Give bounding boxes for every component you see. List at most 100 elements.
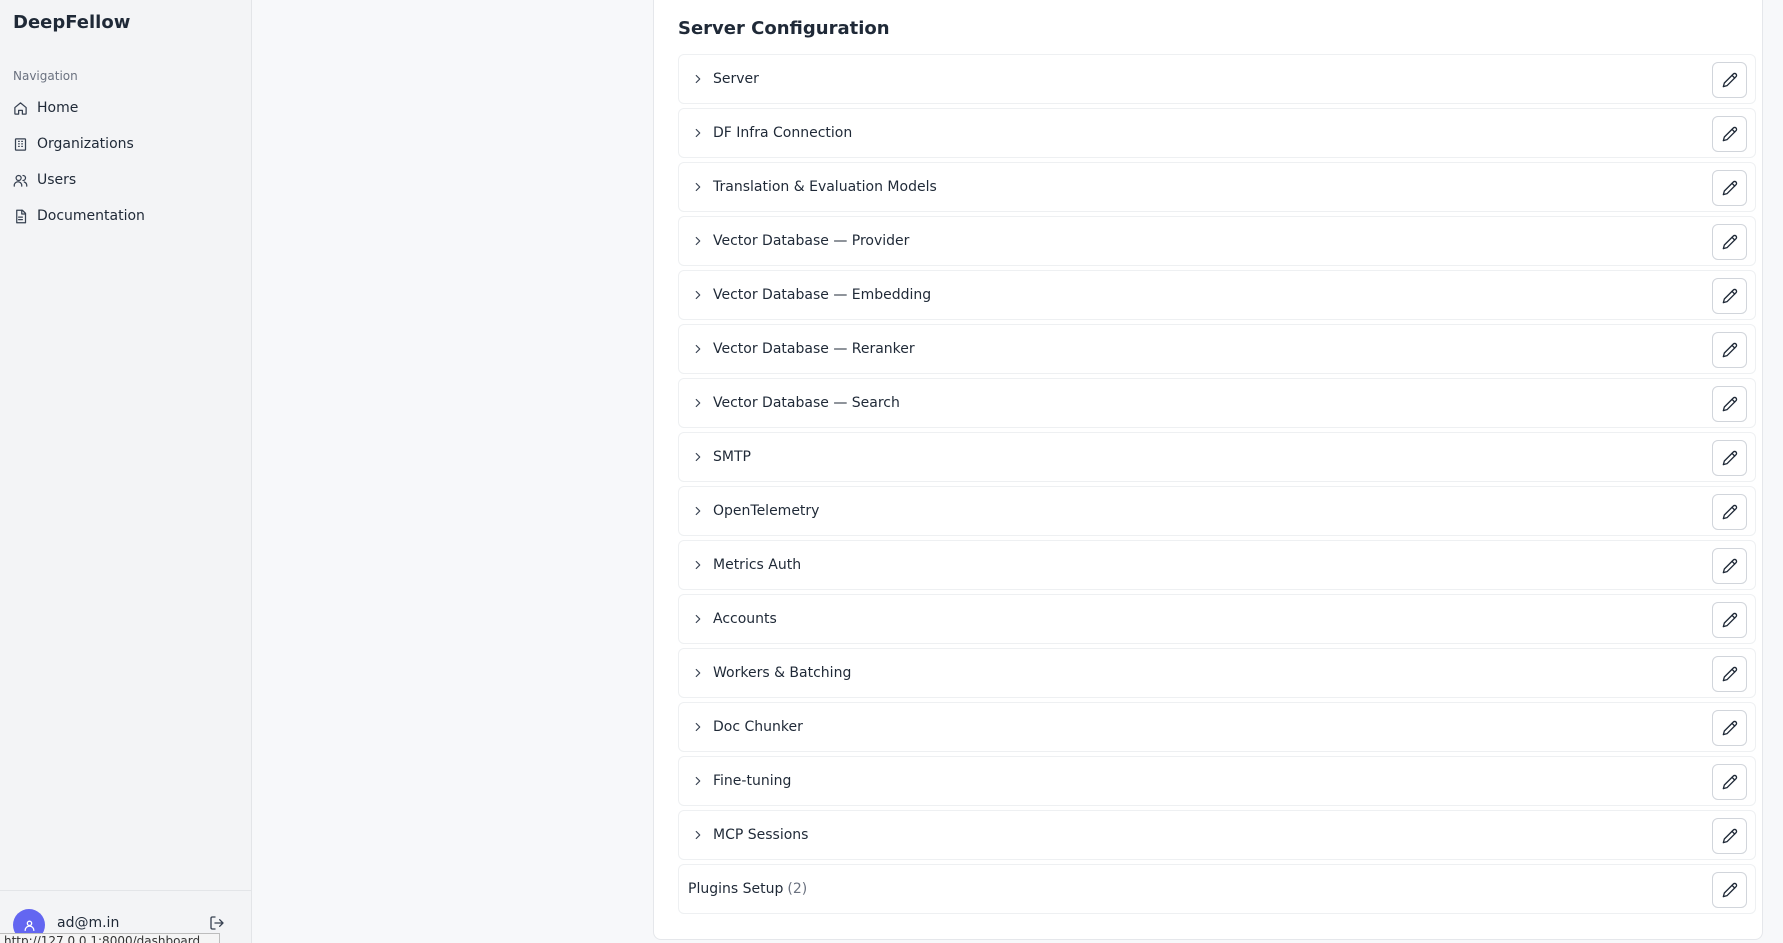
edit-button[interactable]: [1712, 332, 1747, 368]
config-section-list: Server DF Infra Connection Translation & E…: [678, 54, 1756, 918]
pencil-icon: [1722, 666, 1738, 682]
config-section-row[interactable]: Server: [678, 54, 1756, 104]
users-icon: [13, 173, 28, 188]
edit-button[interactable]: [1712, 710, 1747, 746]
config-section-row[interactable]: Metrics Auth: [678, 540, 1756, 590]
pencil-icon: [1722, 288, 1738, 304]
config-section-row[interactable]: OpenTelemetry: [678, 486, 1756, 536]
config-section-row[interactable]: Fine-tuning: [678, 756, 1756, 806]
pencil-icon: [1722, 504, 1738, 520]
pencil-icon: [1722, 396, 1738, 412]
config-section-label: Metrics Auth: [713, 557, 802, 573]
chevron-right-icon[interactable]: [691, 558, 705, 572]
sidebar-item-label: Users: [37, 172, 77, 188]
config-section-label: Doc Chunker: [713, 719, 803, 735]
chevron-right-icon[interactable]: [691, 288, 705, 302]
app-brand[interactable]: DeepFellow: [13, 12, 130, 33]
config-section-label: Vector Database — Embedding: [713, 287, 932, 303]
logout-icon[interactable]: [209, 915, 225, 931]
pencil-icon: [1722, 450, 1738, 466]
config-section-row[interactable]: Vector Database — Search: [678, 378, 1756, 428]
config-section-row[interactable]: Vector Database — Reranker: [678, 324, 1756, 374]
chevron-right-icon[interactable]: [691, 828, 705, 842]
edit-button[interactable]: [1712, 224, 1747, 260]
pencil-icon: [1722, 126, 1738, 142]
edit-button[interactable]: [1712, 170, 1747, 206]
config-section-row[interactable]: Accounts: [678, 594, 1756, 644]
edit-button[interactable]: [1712, 440, 1747, 476]
edit-button[interactable]: [1712, 602, 1747, 638]
plugins-count: (2): [787, 881, 808, 897]
sidebar-item-label: Organizations: [37, 136, 134, 152]
chevron-right-icon[interactable]: [691, 612, 705, 626]
plugins-setup-row[interactable]: Plugins Setup (2): [678, 864, 1756, 914]
chevron-right-icon[interactable]: [691, 396, 705, 410]
sidebar-item-label: Documentation: [37, 208, 145, 224]
config-section-row[interactable]: Translation & Evaluation Models: [678, 162, 1756, 212]
edit-button[interactable]: [1712, 656, 1747, 692]
config-section-label: DF Infra Connection: [713, 125, 853, 141]
chevron-right-icon[interactable]: [691, 774, 705, 788]
pencil-icon: [1722, 558, 1738, 574]
pencil-icon: [1722, 72, 1738, 88]
chevron-right-icon[interactable]: [691, 234, 705, 248]
user-email: ad@m.in: [57, 915, 120, 931]
plugins-setup-label: Plugins Setup: [688, 881, 784, 897]
config-section-row[interactable]: DF Infra Connection: [678, 108, 1756, 158]
pencil-icon: [1722, 774, 1738, 790]
edit-button[interactable]: [1712, 764, 1747, 800]
status-bar-url: http://127.0.0.1:8000/dashboard: [0, 933, 220, 943]
pencil-icon: [1722, 612, 1738, 628]
pencil-icon: [1722, 828, 1738, 844]
pencil-icon: [1722, 720, 1738, 736]
sidebar-item-documentation[interactable]: Documentation: [0, 198, 252, 234]
config-section-row[interactable]: Vector Database — Provider: [678, 216, 1756, 266]
chevron-right-icon[interactable]: [691, 126, 705, 140]
edit-button[interactable]: [1712, 278, 1747, 314]
edit-button[interactable]: [1712, 494, 1747, 530]
edit-button[interactable]: [1712, 818, 1747, 854]
edit-button[interactable]: [1712, 548, 1747, 584]
edit-button[interactable]: [1712, 872, 1747, 908]
sidebar-item-users[interactable]: Users: [0, 162, 252, 198]
home-icon: [13, 101, 28, 116]
chevron-right-icon[interactable]: [691, 450, 705, 464]
sidebar-item-home[interactable]: Home: [0, 90, 252, 126]
config-section-label: Vector Database — Search: [713, 395, 900, 411]
edit-button[interactable]: [1712, 62, 1747, 98]
chevron-right-icon[interactable]: [691, 504, 705, 518]
config-section-label: SMTP: [713, 449, 751, 465]
document-icon: [13, 209, 28, 224]
sidebar: DeepFellow Navigation Home Organizations…: [0, 0, 252, 943]
config-section-label: Vector Database — Reranker: [713, 341, 915, 357]
sidebar-item-label: Home: [37, 100, 79, 116]
config-section-label: OpenTelemetry: [713, 503, 820, 519]
config-section-label: Vector Database — Provider: [713, 233, 910, 249]
config-section-row[interactable]: Workers & Batching: [678, 648, 1756, 698]
config-section-label: Server: [713, 71, 759, 87]
config-section-label: Workers & Batching: [713, 665, 852, 681]
config-section-label: Fine-tuning: [713, 773, 792, 789]
page-title: Server Configuration: [678, 18, 890, 39]
nav-section-label: Navigation: [13, 69, 78, 83]
chevron-right-icon[interactable]: [691, 72, 705, 86]
config-section-row[interactable]: MCP Sessions: [678, 810, 1756, 860]
config-section-row[interactable]: Doc Chunker: [678, 702, 1756, 752]
pencil-icon: [1722, 234, 1738, 250]
config-section-label: MCP Sessions: [713, 827, 809, 843]
edit-button[interactable]: [1712, 116, 1747, 152]
chevron-right-icon[interactable]: [691, 720, 705, 734]
building-icon: [13, 137, 28, 152]
config-section-label: Translation & Evaluation Models: [713, 179, 937, 195]
config-section-label: Accounts: [713, 611, 777, 627]
sidebar-item-organizations[interactable]: Organizations: [0, 126, 252, 162]
chevron-right-icon[interactable]: [691, 342, 705, 356]
edit-button[interactable]: [1712, 386, 1747, 422]
config-section-row[interactable]: Vector Database — Embedding: [678, 270, 1756, 320]
server-configuration-panel: Server Configuration Server DF Infra Conn…: [653, 0, 1763, 940]
pencil-icon: [1722, 180, 1738, 196]
chevron-right-icon[interactable]: [691, 180, 705, 194]
config-section-row[interactable]: SMTP: [678, 432, 1756, 482]
chevron-right-icon[interactable]: [691, 666, 705, 680]
nav-list: Home Organizations Users Documentation: [0, 90, 252, 234]
